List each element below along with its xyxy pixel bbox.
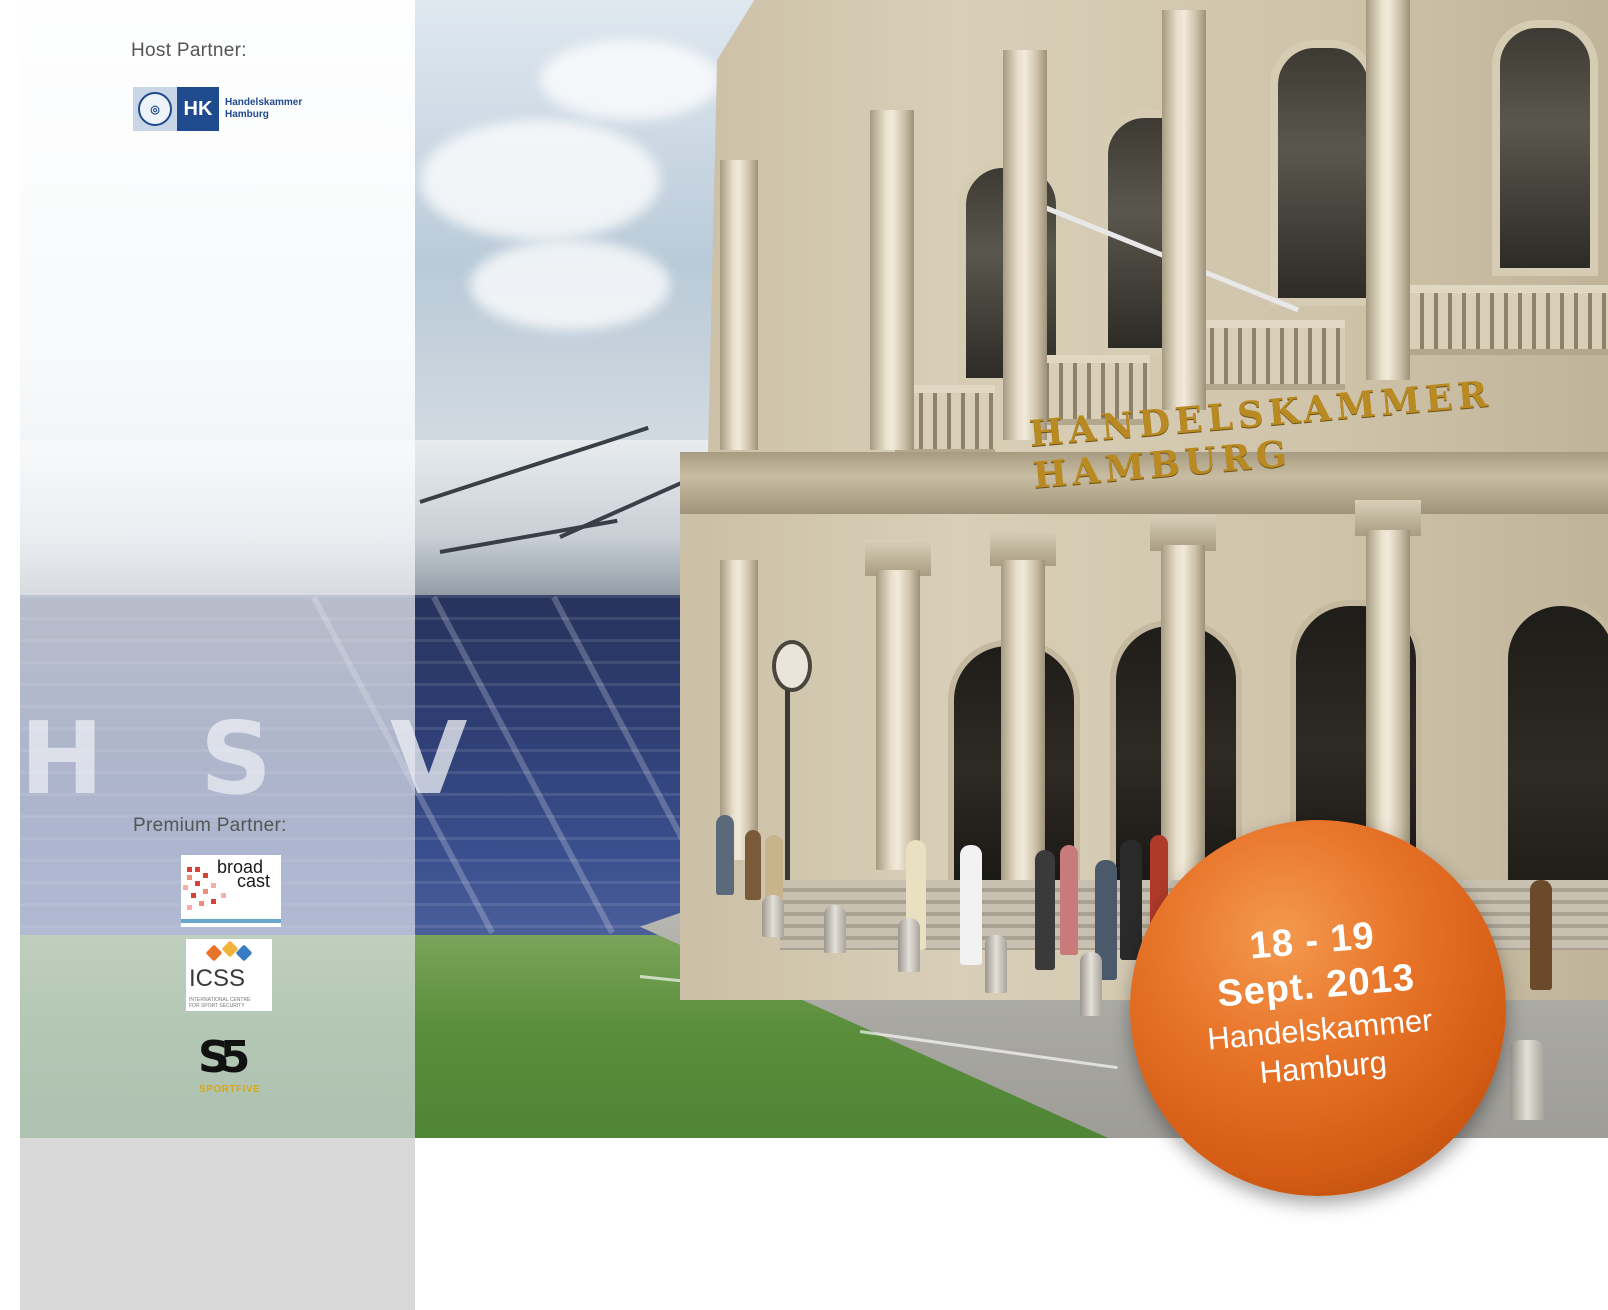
sportfive-text: SPORTFIVE [199,1084,261,1095]
icss-subtitle: INTERNATIONAL CENTRE FOR SPORT SECURITY [189,997,250,1009]
sidebar-footer [0,1138,415,1310]
hk-name: Handelskammer Hamburg [225,97,302,121]
wall-clock [772,640,812,692]
icss-text: ICSS [189,965,246,992]
hk-mark: HK [177,87,219,131]
sportfive-icon: S5 [198,1032,250,1083]
sidebar [0,0,415,1310]
icss-sub-line2: FOR SPORT SECURITY [189,1003,245,1009]
sportfive-logo[interactable]: S5 SPORTFIVE [196,1032,266,1102]
handelskammer-logo[interactable]: ◎ HK Handelskammer Hamburg [133,84,333,134]
window [1270,40,1376,306]
broadcast-line2: cast [237,871,271,891]
icss-logo[interactable]: ICSS INTERNATIONAL CENTRE FOR SPORT SECU… [186,939,272,1011]
page-bottom-area [415,1138,1608,1310]
premium-partner-label: Premium Partner: [133,815,287,836]
seal-icon: ◎ [133,87,177,131]
hk-name-line2: Hamburg [225,109,269,120]
broadcast-logo[interactable]: broad cast [181,855,281,927]
window [1492,20,1598,276]
hk-name-line1: Handelskammer [225,97,303,108]
left-margin [0,0,20,1310]
host-partner-label: Host Partner: [131,40,247,61]
